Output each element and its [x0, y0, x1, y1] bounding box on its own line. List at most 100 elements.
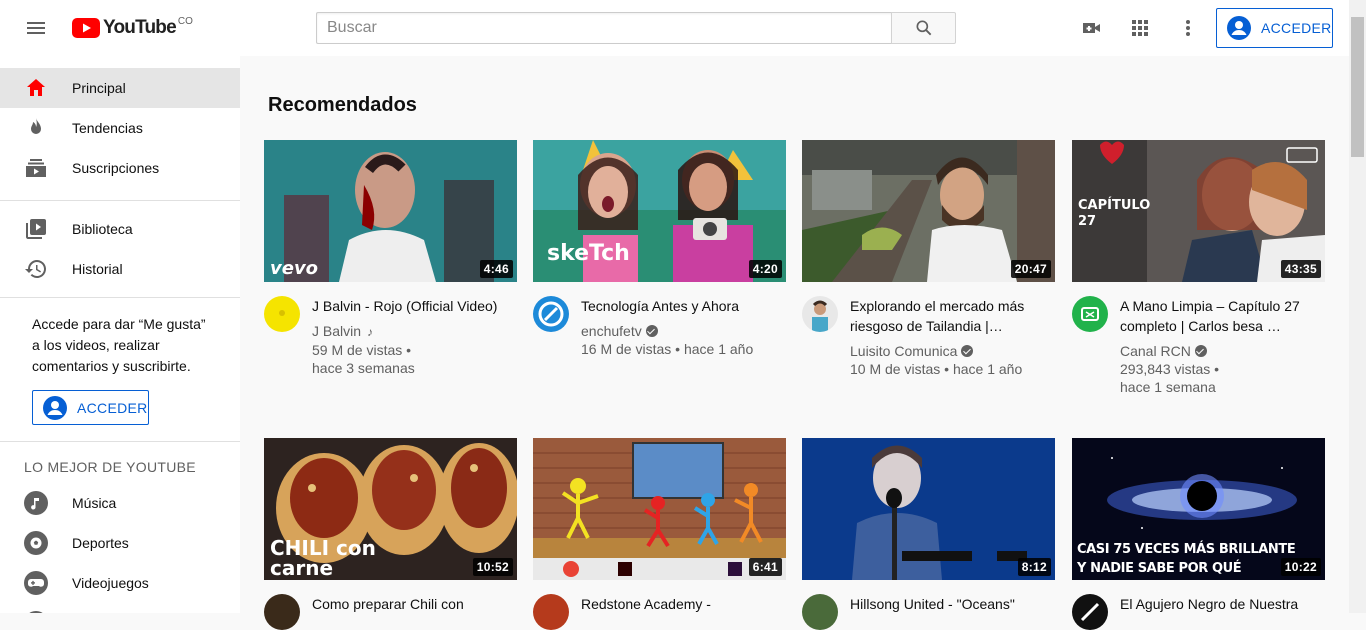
- sidebar-signin-button[interactable]: ACCEDER: [32, 390, 149, 425]
- video-duration: 4:20: [748, 260, 782, 278]
- sidebar-item-label: Deportes: [72, 535, 129, 551]
- channel-avatar[interactable]: [802, 594, 838, 630]
- channel-avatar[interactable]: [264, 296, 300, 332]
- video-thumbnail[interactable]: 6:41: [533, 438, 786, 580]
- video-thumbnail[interactable]: CHILI con carne 10:52: [264, 438, 517, 580]
- video-thumbnail[interactable]: vevo 4:46: [264, 140, 517, 282]
- video-title[interactable]: Explorando el mercado más riesgoso de Ta…: [850, 296, 1050, 336]
- sidebar-item-suscripciones[interactable]: Suscripciones: [0, 148, 240, 188]
- library-icon: [24, 217, 48, 241]
- create-video-button[interactable]: [1072, 8, 1112, 48]
- sidebar-item-principal[interactable]: Principal: [0, 68, 240, 108]
- video-duration: 10:52: [472, 558, 513, 576]
- sidebar-item-videojuegos[interactable]: Videojuegos: [0, 563, 240, 603]
- chili-label: CHILI con carne: [270, 536, 376, 580]
- page-scrollbar[interactable]: [1349, 0, 1366, 613]
- sidebar-divider: [0, 441, 240, 442]
- sidebar-item-next[interactable]: [0, 603, 240, 613]
- logo-text: YouTube: [103, 17, 177, 38]
- more-vertical-icon: [1186, 20, 1190, 36]
- upload-age: hace 1 semana: [1120, 379, 1216, 395]
- video-duration: 10:22: [1280, 558, 1321, 576]
- subscriptions-icon: [24, 156, 48, 180]
- channel-name[interactable]: J Balvin: [312, 323, 361, 339]
- channel-avatar[interactable]: [264, 594, 300, 630]
- sidebar-item-label: Videojuegos: [72, 575, 149, 591]
- channel-avatar[interactable]: [802, 296, 838, 332]
- video-duration: 8:12: [1017, 558, 1051, 576]
- channel-name[interactable]: Luisito Comunica: [850, 343, 957, 359]
- verified-icon: [645, 325, 658, 337]
- sidebar-item-label: Música: [72, 495, 117, 511]
- sidebar-item-deportes[interactable]: Deportes: [0, 523, 240, 563]
- search-input[interactable]: [316, 12, 892, 44]
- sports-icon: [24, 531, 48, 555]
- video-duration: 43:35: [1280, 260, 1321, 278]
- video-duration: 6:41: [748, 558, 782, 576]
- signin-label: ACCEDER: [1261, 20, 1332, 36]
- sidebar-item-historial[interactable]: Historial: [0, 249, 240, 289]
- signin-label: ACCEDER: [77, 399, 148, 416]
- fire-icon: [24, 116, 48, 140]
- view-count: 59 M de vistas •: [312, 342, 412, 358]
- video-thumbnail[interactable]: 20:47: [802, 140, 1055, 282]
- video-duration: 4:46: [479, 260, 513, 278]
- channel-name[interactable]: enchufetv: [581, 323, 642, 339]
- history-icon: [24, 257, 48, 281]
- video-title[interactable]: Hillsong United - "Oceans": [850, 594, 1050, 614]
- signin-button[interactable]: ACCEDER: [1216, 8, 1333, 48]
- video-title[interactable]: El Agujero Negro de Nuestra: [1120, 594, 1320, 614]
- video-title[interactable]: Tecnología Antes y Ahora: [581, 296, 781, 316]
- apps-button[interactable]: [1120, 8, 1160, 48]
- video-thumbnail[interactable]: 8:12: [802, 438, 1055, 580]
- sidebar-divider: [0, 297, 240, 298]
- guide-menu-button[interactable]: [16, 8, 56, 48]
- apps-grid-icon: [1132, 20, 1148, 36]
- guide-sidebar: Principal Tendencias Suscripciones Bibli…: [0, 56, 240, 613]
- search-button[interactable]: [891, 12, 956, 44]
- view-count: 16 M de vistas • hace 1 año: [581, 341, 754, 357]
- video-meta: Como preparar Chili con: [312, 594, 512, 614]
- video-title[interactable]: Como preparar Chili con: [312, 594, 512, 614]
- video-camera-add-icon: [1083, 23, 1100, 33]
- video-meta: A Mano Limpia – Capítulo 27 completo | C…: [1120, 296, 1320, 396]
- video-meta: Tecnología Antes y Ahora enchufetv 16 M …: [581, 296, 781, 358]
- channel-avatar[interactable]: [1072, 594, 1108, 630]
- youtube-logo[interactable]: YouTube CO: [72, 15, 193, 39]
- verified-icon: [1194, 345, 1207, 357]
- video-title[interactable]: J Balvin - Rojo (Official Video): [312, 296, 512, 316]
- view-count: 10 M de vistas • hace 1 año: [850, 361, 1023, 377]
- youtube-play-icon: [72, 18, 100, 38]
- video-thumbnail[interactable]: CASI 75 VECES MÁS BRILLANTE Y NADIE SABE…: [1072, 438, 1325, 580]
- settings-menu-button[interactable]: [1168, 8, 1208, 48]
- sidebar-item-biblioteca[interactable]: Biblioteca: [0, 209, 240, 249]
- view-count: 293,843 vistas •: [1120, 361, 1220, 377]
- video-meta: Explorando el mercado más riesgoso de Ta…: [850, 296, 1050, 378]
- video-thumbnail[interactable]: skeTch 4:20: [533, 140, 786, 282]
- video-meta: Hillsong United - "Oceans": [850, 594, 1050, 614]
- video-meta: J Balvin - Rojo (Official Video) J Balvi…: [312, 296, 512, 377]
- channel-avatar[interactable]: [1072, 296, 1108, 332]
- sidebar-item-musica[interactable]: Música: [0, 483, 240, 523]
- scrollbar-thumb[interactable]: [1351, 17, 1364, 157]
- channel-name[interactable]: Canal RCN: [1120, 343, 1191, 359]
- hamburger-icon: [27, 22, 45, 34]
- sidebar-divider: [0, 200, 240, 201]
- channel-avatar[interactable]: [533, 594, 569, 630]
- music-icon: [24, 491, 48, 515]
- video-title[interactable]: A Mano Limpia – Capítulo 27 completo | C…: [1120, 296, 1320, 336]
- capitulo-label: CAPÍTULO 27: [1078, 198, 1151, 229]
- logo-region: CO: [177, 15, 193, 27]
- music-note-icon: ♪: [367, 325, 374, 339]
- channel-avatar[interactable]: [533, 296, 569, 332]
- sketch-logo: skeTch: [547, 241, 630, 266]
- verified-icon: [961, 345, 974, 357]
- upload-age: hace 3 semanas: [312, 360, 415, 376]
- section-title: Recomendados: [268, 94, 417, 116]
- account-icon: [1227, 16, 1251, 40]
- video-thumbnail[interactable]: CAPÍTULO 27 43:35: [1072, 140, 1325, 282]
- video-title[interactable]: Redstone Academy -: [581, 594, 781, 614]
- gaming-icon: [24, 571, 48, 595]
- sidebar-item-tendencias[interactable]: Tendencias: [0, 108, 240, 148]
- masthead: YouTube CO ACCEDER: [0, 0, 1349, 56]
